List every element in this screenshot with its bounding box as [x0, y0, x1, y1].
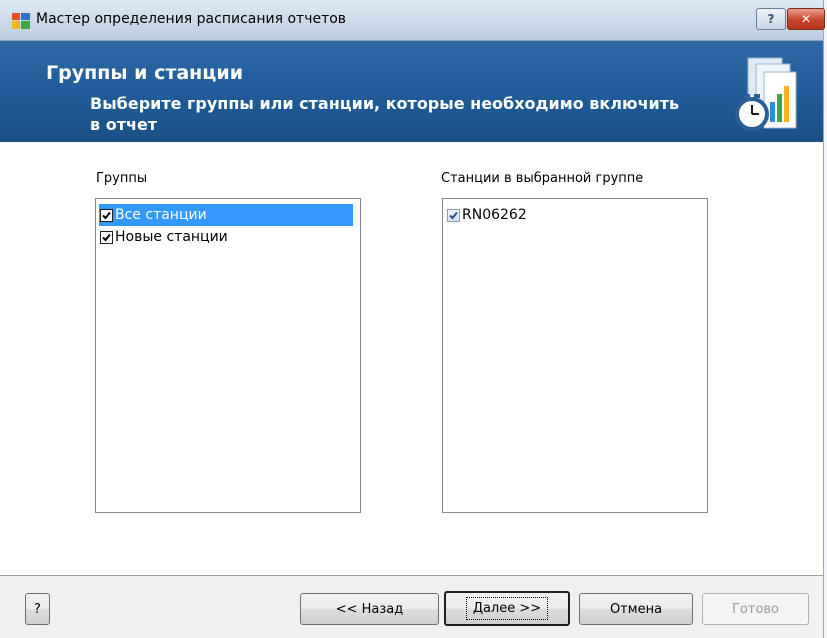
window-title: Мастер определения расписания отчетов [36, 11, 347, 27]
page-title: Группы и станции [46, 62, 244, 84]
stations-list[interactable]: RN06262 [442, 198, 708, 513]
stations-label: Станции в выбранной группе [441, 171, 644, 186]
list-item-label: Все станции [115, 207, 207, 223]
list-item-label: Новые станции [115, 229, 228, 245]
cancel-button[interactable]: Отмена [579, 593, 693, 625]
list-item-label: RN06262 [462, 207, 527, 223]
next-button[interactable]: Далее >> [444, 591, 570, 626]
title-help-button[interactable]: ? [756, 8, 786, 30]
group-item-all-stations[interactable]: Все станции [99, 204, 353, 226]
help-button[interactable]: ? [25, 593, 50, 625]
checkbox[interactable] [447, 208, 460, 222]
station-item[interactable]: RN06262 [446, 204, 527, 226]
wizard-footer: ? << Назад Далее >> Отмена Готово [0, 576, 823, 638]
report-schedule-clock-icon [735, 57, 797, 131]
groups-list[interactable]: Все станции Новые станции [95, 198, 361, 513]
finish-button[interactable]: Готово [702, 593, 809, 625]
wizard-header: Группы и станции Выберите группы или ста… [0, 41, 823, 142]
wizard-window: Мастер определения расписания отчетов ? … [0, 0, 825, 638]
checkbox[interactable] [100, 208, 113, 222]
wizard-content: Группы Все станции Новые станции Станции… [0, 142, 823, 575]
title-close-button[interactable]: ✕ [787, 8, 825, 30]
next-button-label: Далее >> [465, 597, 549, 620]
groups-label: Группы [96, 171, 148, 186]
checkbox[interactable] [100, 230, 113, 244]
title-bar[interactable]: Мастер определения расписания отчетов ? … [0, 0, 825, 41]
app-logo-icon [12, 13, 30, 29]
back-button[interactable]: << Назад [300, 593, 439, 625]
page-subtitle: Выберите группы или станции, которые нео… [90, 94, 680, 134]
group-item-new-stations[interactable]: Новые станции [99, 226, 228, 248]
